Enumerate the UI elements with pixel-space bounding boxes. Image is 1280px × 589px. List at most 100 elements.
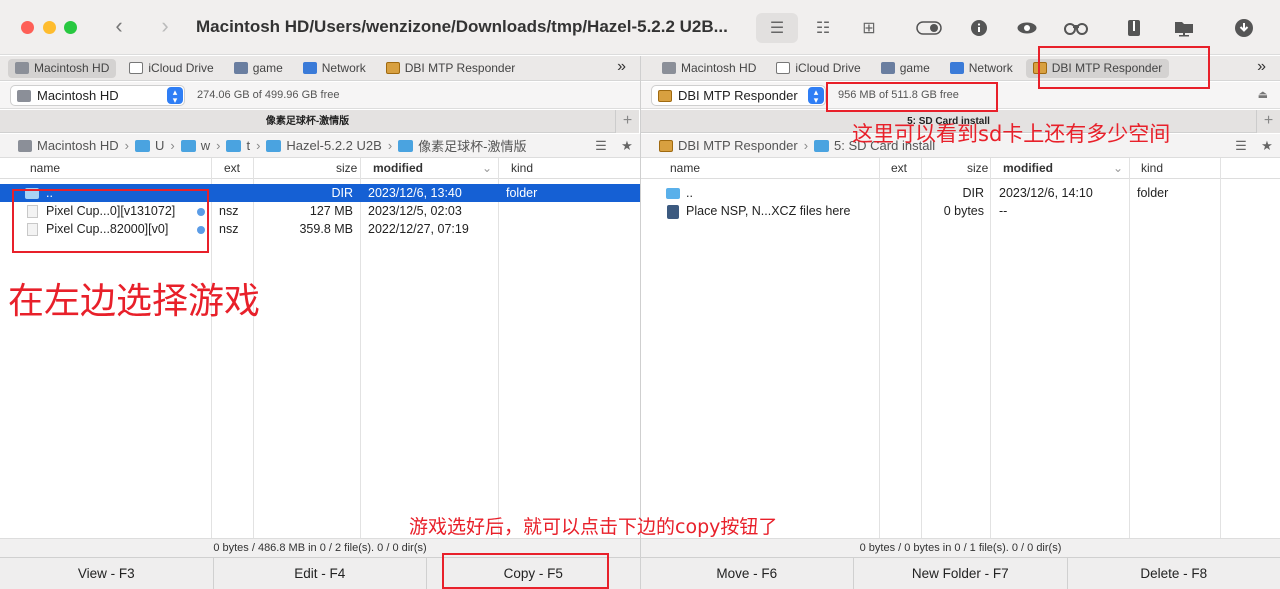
back-button[interactable]: ‹ <box>107 14 131 40</box>
folder-icon <box>398 139 414 152</box>
star-icon[interactable]: ★ <box>1254 134 1280 158</box>
col-kind[interactable]: kind <box>1141 161 1163 175</box>
cloud-icon <box>129 62 144 74</box>
delete-button[interactable]: Delete - F8 <box>1068 558 1280 589</box>
fav-game[interactable]: game <box>874 59 937 78</box>
col-name[interactable]: name <box>670 161 700 175</box>
panel-divider[interactable] <box>640 56 641 557</box>
fav-label: Network <box>968 61 1013 75</box>
folder-icon <box>814 139 830 152</box>
fav-game[interactable]: game <box>227 59 290 78</box>
fav-label: iCloud Drive <box>148 61 214 75</box>
crumb-item[interactable]: 像素足球杯-激情版 <box>418 136 526 155</box>
chevron-down-icon: ⌄ <box>1113 161 1124 175</box>
file-row[interactable]: .. DIR 2023/12/6, 14:10 folder <box>641 184 1280 202</box>
crumb-item[interactable]: Hazel-5.2.2 U2B <box>286 138 381 153</box>
eject-icon[interactable]: ⏏ <box>1258 88 1268 101</box>
binoculars-icon[interactable] <box>1055 13 1097 43</box>
right-add-tab-button[interactable]: + <box>1256 110 1280 133</box>
close-window-button[interactable] <box>21 21 34 34</box>
crumb-item[interactable]: w <box>201 138 210 153</box>
right-column-header: name ext size modified ⌄ kind <box>641 158 1280 179</box>
network-drive-icon[interactable] <box>1163 13 1205 43</box>
sd-card-icon <box>667 205 679 219</box>
col-modified[interactable]: modified <box>1003 161 1053 175</box>
file-kind: folder <box>1137 186 1169 200</box>
view-button[interactable]: View - F3 <box>0 558 214 589</box>
folder-icon <box>266 139 282 152</box>
col-ext[interactable]: ext <box>891 161 907 175</box>
move-button[interactable]: Move - F6 <box>641 558 854 589</box>
right-volume-select[interactable]: DBI MTP Responder ▴ ▾ <box>651 85 826 106</box>
left-path-title: 像素足球杯-激情版 <box>0 110 615 133</box>
fav-dbi-mtp[interactable]: DBI MTP Responder <box>379 59 523 78</box>
cloud-icon <box>776 62 791 74</box>
fav-icloud-drive[interactable]: iCloud Drive <box>769 59 867 78</box>
window-title: Macintosh HD/Users/wenzizone/Downloads/t… <box>196 17 728 36</box>
left-favorites-bar: Macintosh HD iCloud Drive game Network D… <box>0 56 640 81</box>
info-icon[interactable] <box>958 13 1000 43</box>
folder-icon <box>134 139 150 152</box>
col-modified[interactable]: modified <box>373 161 423 175</box>
fav-network[interactable]: Network <box>943 59 1020 78</box>
detail-view-icon[interactable]: ☷ <box>802 13 844 43</box>
file-row[interactable]: Place NSP, N...XCZ files here 0 bytes -- <box>641 202 1280 220</box>
volume-label: DBI MTP Responder <box>678 88 798 103</box>
left-breadcrumb: Macintosh HD › U › w › t › Hazel-5.2.2 U2B › … <box>0 134 588 158</box>
file-ext: nsz <box>219 204 239 218</box>
file-ext: nsz <box>219 222 239 236</box>
grid-view-icon[interactable]: ⊞ <box>848 13 890 43</box>
fav-network[interactable]: Network <box>296 59 373 78</box>
left-volume-select[interactable]: Macintosh HD ▴ ▾ <box>10 85 185 106</box>
more-favorites-button[interactable]: » <box>1257 58 1266 76</box>
fav-macintosh-hd[interactable]: Macintosh HD <box>8 58 117 78</box>
network-icon <box>302 62 317 74</box>
more-favorites-button[interactable]: » <box>617 58 626 76</box>
annotation-select-game: 在左边选择游戏 <box>8 281 261 322</box>
archive-icon[interactable] <box>1113 13 1155 43</box>
col-kind[interactable]: kind <box>511 161 533 175</box>
hard-drive-icon <box>18 139 32 152</box>
fav-label: Macintosh HD <box>34 61 110 75</box>
col-ext[interactable]: ext <box>224 161 240 175</box>
chevron-updown-icon: ▴ ▾ <box>167 87 183 105</box>
new-folder-button[interactable]: New Folder - F7 <box>854 558 1068 589</box>
crumb-item[interactable]: t <box>246 138 250 153</box>
star-icon[interactable]: ★ <box>614 134 640 158</box>
file-size: 359.8 MB <box>299 222 353 236</box>
crumb-item[interactable]: Macintosh HD <box>37 138 119 153</box>
chevron-down-icon: ⌄ <box>482 161 493 175</box>
file-modified: 2023/12/6, 14:10 <box>999 186 1093 200</box>
list-view-icon[interactable]: ☰ <box>756 13 798 43</box>
file-size: 127 MB <box>309 204 353 218</box>
zoom-window-button[interactable] <box>64 21 77 34</box>
file-modified: 2023/12/6, 13:40 <box>368 186 462 200</box>
crumb-item[interactable]: DBI MTP Responder <box>678 138 798 153</box>
forward-button[interactable]: › <box>153 14 177 40</box>
minimize-window-button[interactable] <box>43 21 56 34</box>
folder-icon <box>180 139 196 152</box>
file-modified: -- <box>999 204 1008 218</box>
edit-button[interactable]: Edit - F4 <box>214 558 427 589</box>
annotation-copy-hint: 游戏选好后，就可以点击下边的copy按钮了 <box>409 516 778 538</box>
crumb-item[interactable]: U <box>155 138 164 153</box>
left-volume-bar: Macintosh HD ▴ ▾ 274.06 GB of 499.96 GB f… <box>0 82 640 109</box>
function-key-bar: View - F3 Edit - F4 Copy - F5 Move - F6 … <box>0 557 1280 589</box>
left-free-space: 274.06 GB of 499.96 GB free <box>197 89 340 101</box>
file-kind: folder <box>506 186 538 200</box>
list-icon[interactable]: ☰ <box>1228 134 1254 158</box>
col-size[interactable]: size <box>336 161 357 175</box>
download-icon[interactable] <box>1223 13 1265 43</box>
col-size[interactable]: size <box>967 161 988 175</box>
drive-icon <box>880 62 895 74</box>
file-size: DIR <box>962 186 984 200</box>
col-name[interactable]: name <box>30 161 60 175</box>
fav-icloud-drive[interactable]: iCloud Drive <box>122 59 220 78</box>
fav-macintosh-hd[interactable]: Macintosh HD <box>655 59 763 78</box>
left-add-tab-button[interactable]: + <box>615 110 639 133</box>
toggle-icon[interactable] <box>908 13 950 43</box>
list-icon[interactable]: ☰ <box>588 134 614 158</box>
eye-icon[interactable] <box>1006 13 1048 43</box>
fav-label: Macintosh HD <box>681 61 757 75</box>
file-modified: 2023/12/5, 02:03 <box>368 204 462 218</box>
